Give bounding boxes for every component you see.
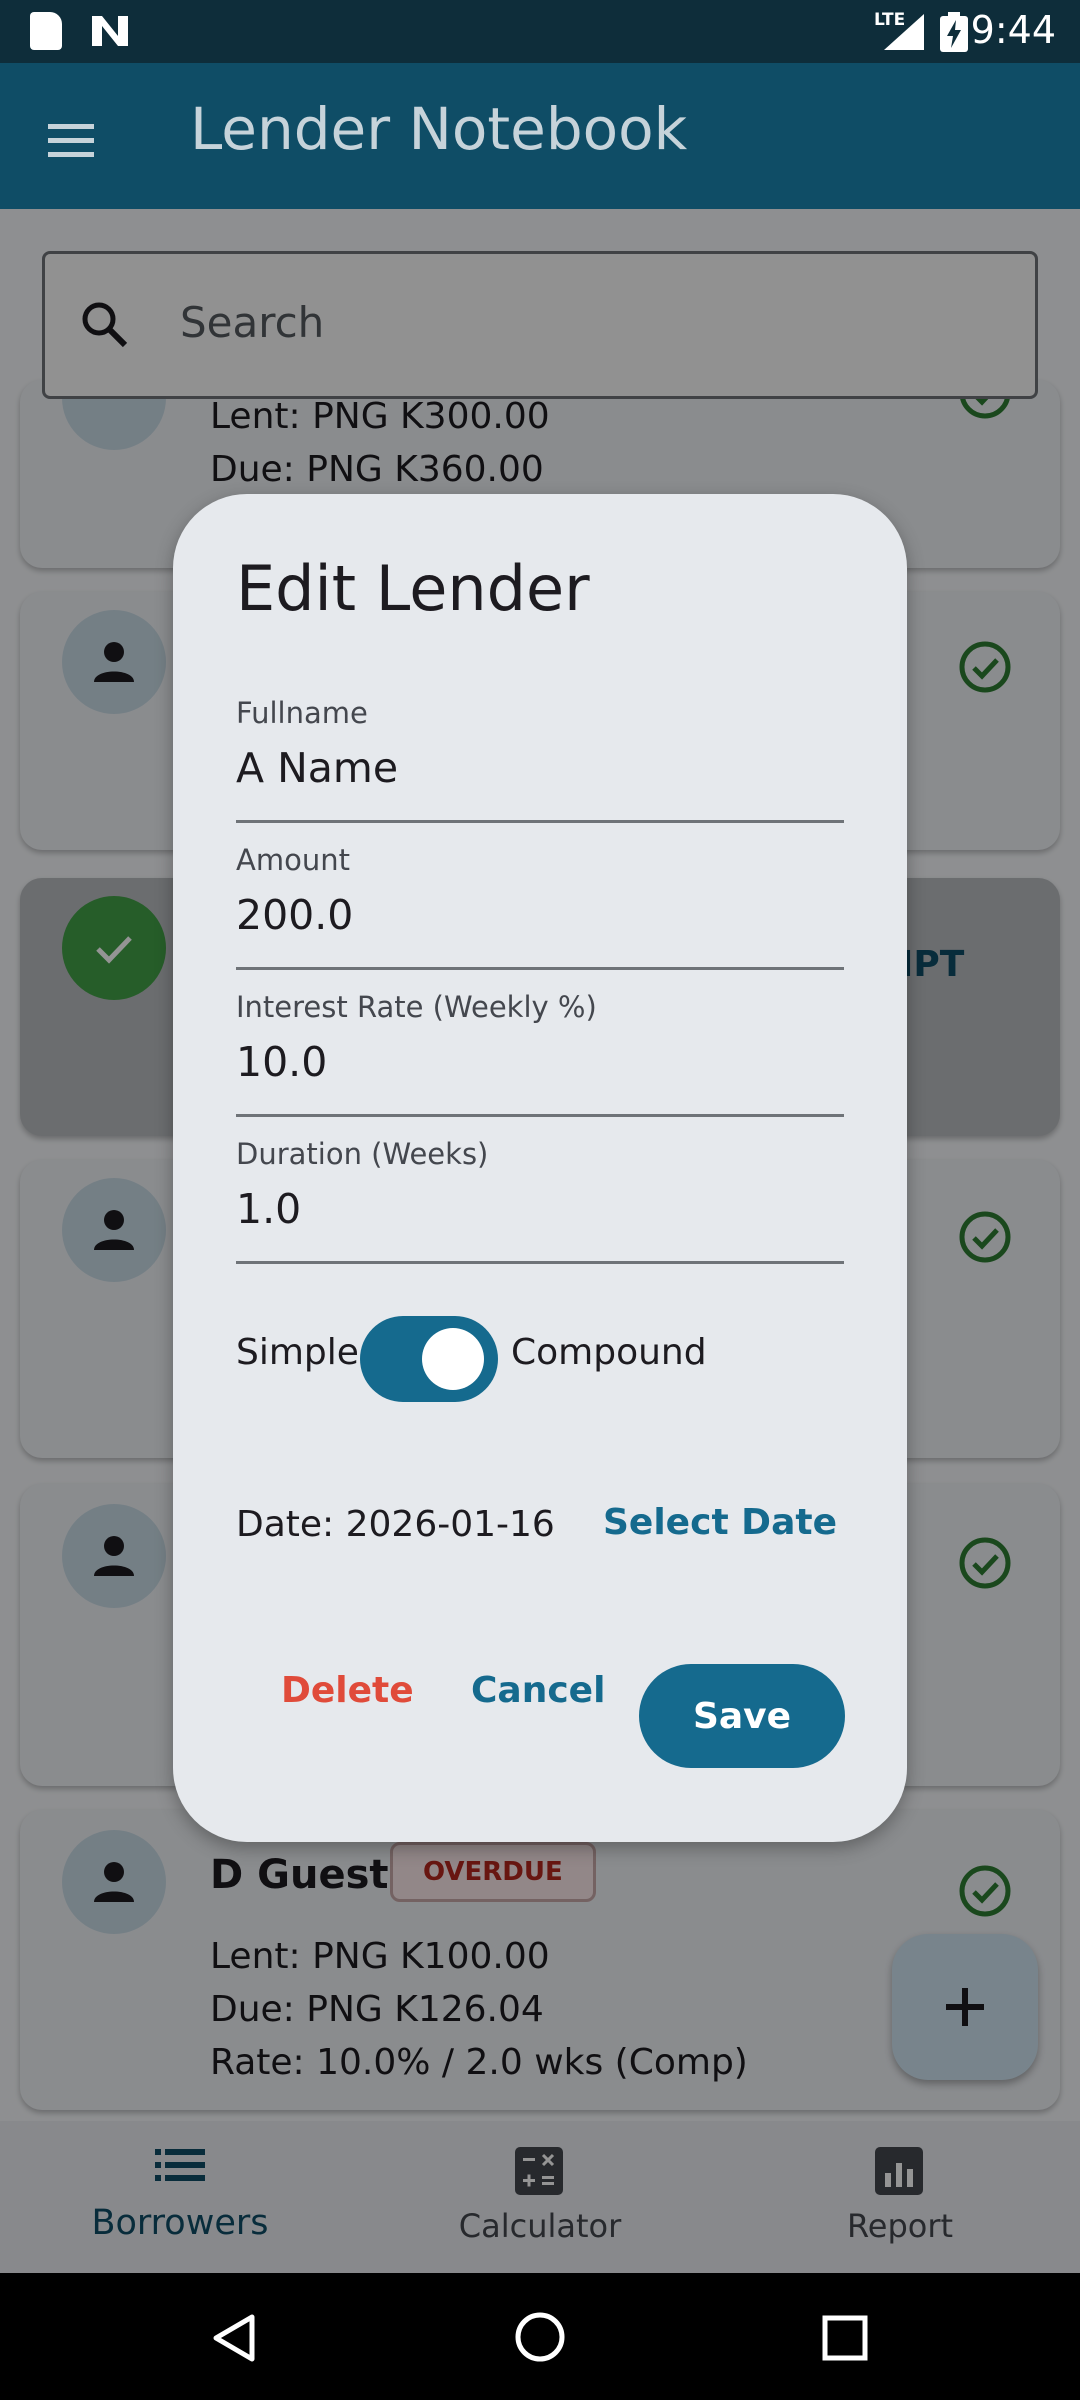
app-bar-scrim <box>0 63 1080 209</box>
back-icon[interactable] <box>210 2313 258 2363</box>
save-button[interactable]: Save <box>639 1664 845 1768</box>
field-label: Fullname <box>236 696 368 730</box>
notification-n-icon <box>92 16 128 46</box>
fullname-field[interactable]: Fullname A Name <box>236 688 844 823</box>
switch-knob <box>422 1328 484 1390</box>
system-navigation-bar <box>0 2273 1080 2400</box>
battery-charging-icon <box>940 12 968 52</box>
signal-icon <box>884 14 924 50</box>
field-label: Amount <box>236 843 350 877</box>
interest-type-toggle-row: Simple Compound <box>236 1316 844 1402</box>
dialog-title: Edit Lender <box>236 552 590 625</box>
recents-icon[interactable] <box>822 2315 868 2361</box>
delete-button[interactable]: Delete <box>281 1670 414 1711</box>
duration-field[interactable]: Duration (Weeks) 1.0 <box>236 1129 844 1264</box>
status-bar: LTE 9:44 <box>0 0 1080 63</box>
sd-card-icon <box>30 12 62 50</box>
field-label: Duration (Weeks) <box>236 1137 489 1171</box>
interest-type-switch[interactable] <box>360 1316 498 1402</box>
amount-input[interactable]: 200.0 <box>236 891 844 939</box>
simple-label: Simple <box>236 1332 359 1373</box>
interest-rate-input[interactable]: 10.0 <box>236 1038 844 1086</box>
edit-lender-dialog: Edit Lender Fullname A Name Amount 200.0… <box>173 494 907 1842</box>
fullname-input[interactable]: A Name <box>236 744 844 792</box>
compound-label: Compound <box>511 1332 707 1373</box>
cancel-button[interactable]: Cancel <box>471 1670 605 1711</box>
home-icon[interactable] <box>514 2311 566 2363</box>
duration-input[interactable]: 1.0 <box>236 1185 844 1233</box>
field-label: Interest Rate (Weekly %) <box>236 990 597 1024</box>
clock: 9:44 <box>970 8 1056 52</box>
interest-rate-field[interactable]: Interest Rate (Weekly %) 10.0 <box>236 982 844 1117</box>
date-value: Date: 2026-01-16 <box>236 1504 555 1545</box>
amount-field[interactable]: Amount 200.0 <box>236 835 844 970</box>
select-date-button[interactable]: Select Date <box>603 1502 837 1543</box>
